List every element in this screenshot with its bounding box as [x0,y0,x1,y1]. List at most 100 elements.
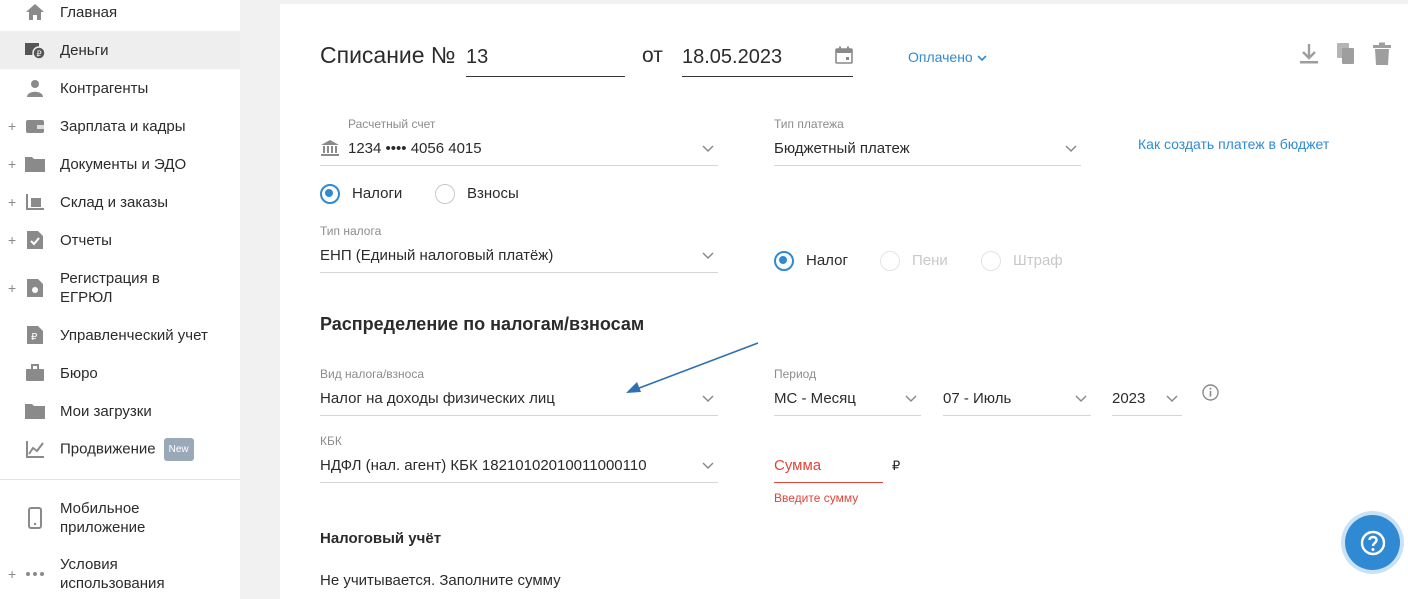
tax-type-value: ЕНП (Единый налоговый платёж) [320,247,554,264]
account-select[interactable]: 1234 •••• 4056 4015 [320,137,718,166]
info-icon[interactable] [1202,384,1219,406]
kbk-select[interactable]: НДФЛ (нал. агент) КБК 182101020100110001… [320,454,718,483]
period-type-select[interactable]: МС - Месяц [774,387,921,416]
bank-icon [320,139,340,162]
taxes-radio[interactable] [320,184,340,204]
account-value: 1234 •••• 4056 4015 [348,140,482,157]
period-year-value: 2023 [1112,390,1146,407]
sidebar: Главная ₽ Деньги Контрагенты + Зарплата … [0,0,240,599]
tax-type-label: Тип налога [320,224,382,238]
sidebar-item-label: Условия использования [60,556,165,592]
sidebar-item-money[interactable]: ₽ Деньги [0,31,240,69]
sum-error-text: Введите сумму [774,491,859,505]
tax-kind-label: Вид налога/взноса [320,367,424,381]
sidebar-item-management[interactable]: ₽ Управленческий учет [0,316,240,354]
sum-input[interactable]: Сумма [774,454,883,483]
sidebar-item-label: Главная [60,3,118,21]
payment-type-select[interactable]: Бюджетный платеж [774,137,1081,166]
sidebar-item-label: Склад и заказы [60,193,169,211]
sidebar-item-mobile-app[interactable]: Мобильное приложение [0,498,240,538]
sidebar-item-downloads[interactable]: Мои загрузки [0,392,240,430]
svg-text:₽: ₽ [37,50,42,59]
tax-radio[interactable] [774,251,794,271]
sidebar-item-contractors[interactable]: Контрагенты [0,69,240,107]
folder-icon [24,153,46,175]
trash-icon[interactable] [1372,42,1392,71]
main-panel: Списание № 13 от 18.05.2023 Оплачено Рас… [280,0,1408,599]
date-field[interactable]: 18.05.2023 [682,42,853,77]
expand-plus-icon[interactable]: + [8,156,16,172]
expand-plus-icon[interactable]: + [8,232,16,248]
currency-sign: ₽ [892,458,901,473]
wallet-icon [24,115,46,137]
budget-payment-help-link[interactable]: Как создать платеж в бюджет [1138,136,1329,152]
sidebar-item-home[interactable]: Главная [0,0,240,31]
expand-plus-icon[interactable]: + [8,566,16,582]
money-icon: ₽ [24,39,46,61]
warehouse-icon [24,191,46,213]
tax-radio-label[interactable]: Налог [806,252,848,269]
sidebar-item-warehouse[interactable]: + Склад и заказы [0,183,240,221]
period-month-value: 07 - Июль [943,390,1012,407]
help-button[interactable] [1345,515,1400,570]
penalty-radio-label[interactable]: Пени [912,252,948,269]
taxes-radio-label[interactable]: Налоги [352,185,402,202]
tax-type-select[interactable]: ЕНП (Единый налоговый платёж) [320,244,718,273]
download-icon[interactable] [1299,42,1319,71]
date-prefix: от [642,44,663,67]
chevron-down-icon [977,55,987,62]
kbk-value: НДФЛ (нал. агент) КБК 182101020100110001… [320,457,647,474]
contributions-radio[interactable] [435,184,455,204]
sidebar-item-bureau[interactable]: Бюро [0,354,240,392]
content-gutter [240,0,280,599]
expand-plus-icon[interactable]: + [8,194,16,210]
sidebar-divider [0,479,240,480]
sidebar-item-promotion[interactable]: Продвижение New [0,430,240,468]
chevron-down-icon [905,395,917,403]
chevron-down-icon [1065,145,1077,153]
svg-text:₽: ₽ [31,332,38,343]
status-dropdown[interactable]: Оплачено [908,49,987,65]
calendar-icon[interactable] [835,46,853,69]
sidebar-item-label: Регистрация в ЕГРЮЛ [60,270,160,306]
expand-plus-icon[interactable]: + [8,118,16,134]
sidebar-item-label: Управленческий учет [60,326,208,344]
date-value: 18.05.2023 [682,46,783,68]
distribution-section-title: Распределение по налогам/взносам [320,314,645,334]
fine-radio-label[interactable]: Штраф [1013,252,1063,269]
document-number-field[interactable]: 13 [466,42,625,77]
period-year-select[interactable]: 2023 [1112,387,1182,416]
fine-radio[interactable] [981,251,1001,271]
tax-accounting-title: Налоговый учёт [320,530,442,547]
sidebar-item-label: Деньги [60,41,109,59]
registration-icon [24,277,46,299]
sidebar-item-label: Мобильное приложение [60,500,146,536]
ruble-doc-icon: ₽ [24,324,46,346]
sum-placeholder: Сумма [774,457,822,474]
new-badge: New [163,437,194,461]
sidebar-item-salary[interactable]: + Зарплата и кадры [0,107,240,145]
question-icon [1360,530,1385,555]
tax-accounting-text: Не учитывается. Заполните сумму [320,572,561,589]
expand-plus-icon[interactable]: + [8,280,16,296]
period-type-value: МС - Месяц [774,390,856,407]
report-icon [24,229,46,251]
chart-icon [24,438,46,460]
contractors-icon [24,77,46,99]
contributions-radio-label[interactable]: Взносы [467,185,519,202]
sidebar-item-terms[interactable]: + Условия использования [0,554,240,594]
kbk-label: КБК [320,434,342,448]
sidebar-item-label: Продвижение New [60,437,194,461]
sidebar-item-reports[interactable]: + Отчеты [0,221,240,259]
penalty-radio[interactable] [880,251,900,271]
copy-icon[interactable] [1336,42,1356,71]
sidebar-item-label: Бюро [60,364,98,382]
period-month-select[interactable]: 07 - Июль [943,387,1091,416]
sidebar-item-registration[interactable]: + Регистрация в ЕГРЮЛ [0,268,240,308]
chevron-down-icon [1166,395,1178,403]
sidebar-item-documents[interactable]: + Документы и ЭДО [0,145,240,183]
sidebar-item-label: Контрагенты [60,79,149,97]
annotation-arrow [626,342,759,393]
sidebar-item-label: Документы и ЭДО [60,155,187,173]
mobile-icon [24,507,46,529]
